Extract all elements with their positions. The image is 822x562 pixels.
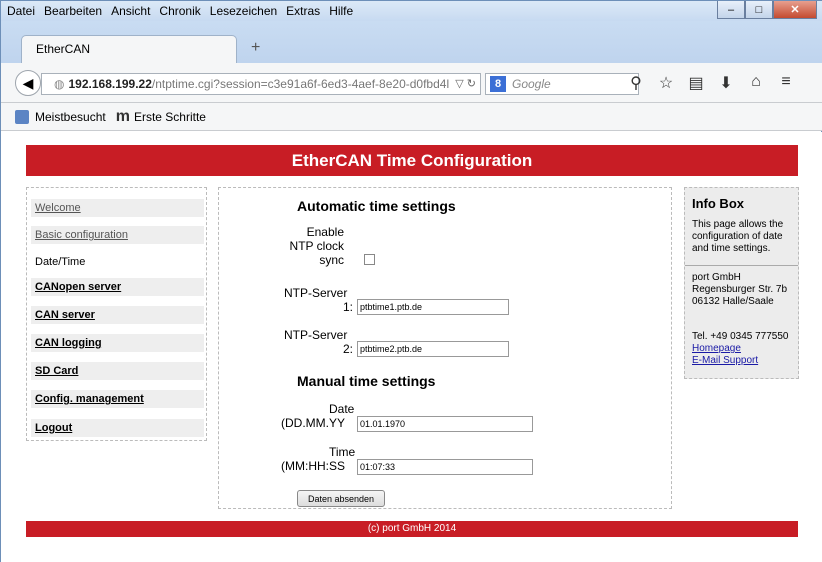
sidebar-item-can-server[interactable]: CAN server [31,306,204,324]
menu-hilfe[interactable]: Hilfe [329,4,353,18]
reload-icon[interactable]: ↻ [467,78,476,90]
google-icon: 8 [490,76,506,92]
info-description: This page allows the configuration of da… [692,219,784,254]
sidebar-item-canopen-server[interactable]: CANopen server [31,278,204,296]
url-bar[interactable]: ◍ 192.168.199.22/ntptime.cgi?session=c3e… [41,73,481,95]
email-support-link[interactable]: E-Mail Support [692,355,758,366]
menu-bearbeiten[interactable]: Bearbeiten [44,4,102,18]
tab-strip: EtherCAN + [1,21,822,63]
company-address: port GmbH Regensburger Str. 7b 06132 Hal… [692,272,788,307]
main-form: Automatic time settings Enable NTP clock… [218,187,672,509]
sidebar-item-can-logging[interactable]: CAN logging [31,334,204,352]
ntp-server-2-label: NTP-Server [284,328,348,342]
sidebar-item-welcome[interactable]: Welcome [31,199,204,217]
sidebar-item-sd-card[interactable]: SD Card [31,362,204,380]
dropdown-icon[interactable]: ▽ [455,78,463,90]
maximize-icon[interactable]: □ [745,1,773,19]
bookmarks-icon[interactable]: ▤ [681,73,711,93]
minimize-icon[interactable]: – [717,1,745,19]
page-title: EtherCAN Time Configuration [26,145,798,176]
page-content: EtherCAN Time Configuration Welcome Basi… [1,132,822,562]
info-divider [685,265,798,266]
contact-info: Tel. +49 0345 777550 Homepage E-Mail Sup… [692,331,798,367]
time-format-label: (MM:HH:SS [281,459,345,473]
globe-icon: ◍ [54,77,65,91]
star-icon[interactable]: ☆ [651,73,681,93]
submit-button[interactable]: Daten absenden [297,490,385,507]
url-host: 192.168.199.22 [68,77,152,91]
search-box[interactable]: 8 Google [485,73,639,95]
url-path: /ntptime.cgi?session=c3e91a6f-6ed3-4aef-… [151,77,450,91]
time-label: Time [329,445,356,459]
menu-extras[interactable]: Extras [286,4,320,18]
browser-window: Datei Bearbeiten Ansicht Chronik Lesezei… [0,0,822,562]
menu-ansicht[interactable]: Ansicht [111,4,150,18]
bookmark-most-visited[interactable]: Meistbesucht [35,110,106,124]
sidebar-item-basic-configuration[interactable]: Basic configuration [31,226,204,244]
search-icon[interactable]: ⚲ [621,73,651,93]
bookmark-icon [15,109,29,124]
menu-icon[interactable]: ≡ [771,73,801,93]
page-footer: (c) port GmbH 2014 [26,521,798,537]
menu-lesezeichen[interactable]: Lesezeichen [210,4,277,18]
home-icon[interactable]: ⌂ [741,73,771,93]
date-label: Date [329,402,355,416]
ntp-sync-checkbox[interactable] [364,254,375,265]
date-input[interactable] [357,416,533,432]
mozilla-icon: m [115,107,130,125]
tab-ethercan[interactable]: EtherCAN [21,35,237,63]
sidebar: Welcome Basic configuration Date/Time CA… [26,187,207,441]
sidebar-item-date-time: Date/Time [31,253,204,271]
search-placeholder: Google [512,77,551,91]
enable-ntp-label: Enable NTP clock sync [289,225,344,267]
new-tab-button[interactable]: + [251,39,260,57]
toolbar-icons: ⚲ ☆ ▤ ⬇ ⌂ ≡ [621,73,801,93]
navigation-bar: ◀ ◍ 192.168.199.22/ntptime.cgi?session=c… [1,63,822,103]
ntp-server-1-number: 1: [343,300,354,314]
menu-datei[interactable]: Datei [7,4,35,18]
menu-chronik[interactable]: Chronik [159,4,200,18]
bookmarks-bar: Meistbesucht m Erste Schritte [1,103,822,131]
ntp-server-2-input[interactable] [357,341,509,357]
automatic-settings-heading: Automatic time settings [297,198,456,214]
menu-bar: Datei Bearbeiten Ansicht Chronik Lesezei… [1,1,822,21]
sidebar-item-config-management[interactable]: Config. management [31,390,204,408]
back-icon[interactable]: ◀ [15,70,41,96]
manual-settings-heading: Manual time settings [297,373,436,389]
ntp-server-1-input[interactable] [357,299,509,315]
phone-number: Tel. +49 0345 777550 [692,331,789,342]
time-input[interactable] [357,459,533,475]
window-controls: – □ ✕ [717,1,817,19]
bookmark-first-steps[interactable]: Erste Schritte [134,110,206,124]
ntp-server-2-number: 2: [343,342,354,356]
ntp-server-1-label: NTP-Server [284,286,348,300]
homepage-link[interactable]: Homepage [692,343,741,354]
info-box: Info Box This page allows the configurat… [684,187,799,379]
sidebar-item-logout[interactable]: Logout [31,419,204,437]
info-box-heading: Info Box [692,196,744,211]
download-icon[interactable]: ⬇ [711,73,741,93]
date-format-label: (DD.MM.YY [281,416,345,430]
close-icon[interactable]: ✕ [773,1,817,19]
